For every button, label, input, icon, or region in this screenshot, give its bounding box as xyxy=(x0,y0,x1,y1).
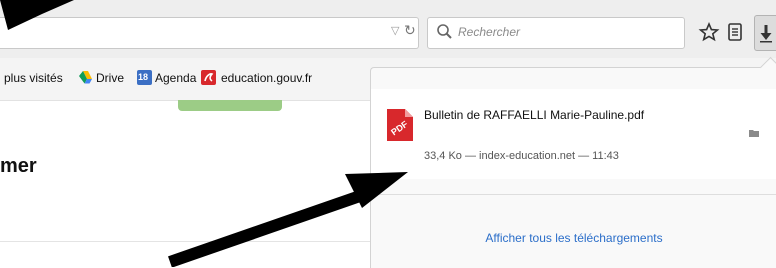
open-folder-icon[interactable] xyxy=(748,127,760,139)
downloads-panel: PDF Bulletin de RAFFAELLI Marie-Pauline.… xyxy=(370,56,776,268)
pdf-icon: PDF xyxy=(387,109,413,141)
bookmarks-menu-icon[interactable] xyxy=(723,19,747,45)
page-divider xyxy=(0,241,372,242)
bookmark-agenda[interactable]: Agenda xyxy=(155,71,196,85)
search-icon[interactable] xyxy=(434,21,456,43)
show-all-downloads-link[interactable]: Afficher tous les téléchargements xyxy=(371,231,776,245)
download-status: 33,4 Ko — index-education.net — 11:43 xyxy=(424,150,619,162)
download-filename: Bulletin de RAFFAELLI Marie-Pauline.pdf xyxy=(424,108,645,122)
bookmark-star-icon[interactable] xyxy=(697,19,721,45)
downloads-button[interactable] xyxy=(754,15,776,51)
url-bar[interactable]: ▽ ↻ xyxy=(0,17,419,49)
panel-separator xyxy=(371,194,776,195)
download-arrow-icon xyxy=(760,25,772,43)
page-heading-fragment: mer xyxy=(0,155,37,177)
search-placeholder: Rechercher xyxy=(458,25,521,39)
calendar-icon: 18 xyxy=(137,70,152,85)
navigation-toolbar: ▽ ↻ Rechercher xyxy=(0,0,776,59)
history-dropmarker-icon[interactable]: ▽ xyxy=(391,24,399,37)
calendar-badge: 18 xyxy=(138,72,149,82)
bookmark-education[interactable]: education.gouv.fr xyxy=(221,71,312,85)
bookmark-most-visited[interactable]: plus visités xyxy=(4,71,63,85)
page-green-tab xyxy=(178,100,282,111)
search-input[interactable]: Rechercher xyxy=(427,17,685,49)
bookmark-drive[interactable]: Drive xyxy=(96,71,124,85)
download-item[interactable]: PDF Bulletin de RAFFAELLI Marie-Pauline.… xyxy=(371,89,776,179)
education-icon xyxy=(201,70,216,85)
reload-icon[interactable]: ↻ xyxy=(404,22,416,39)
google-drive-icon xyxy=(79,71,92,84)
